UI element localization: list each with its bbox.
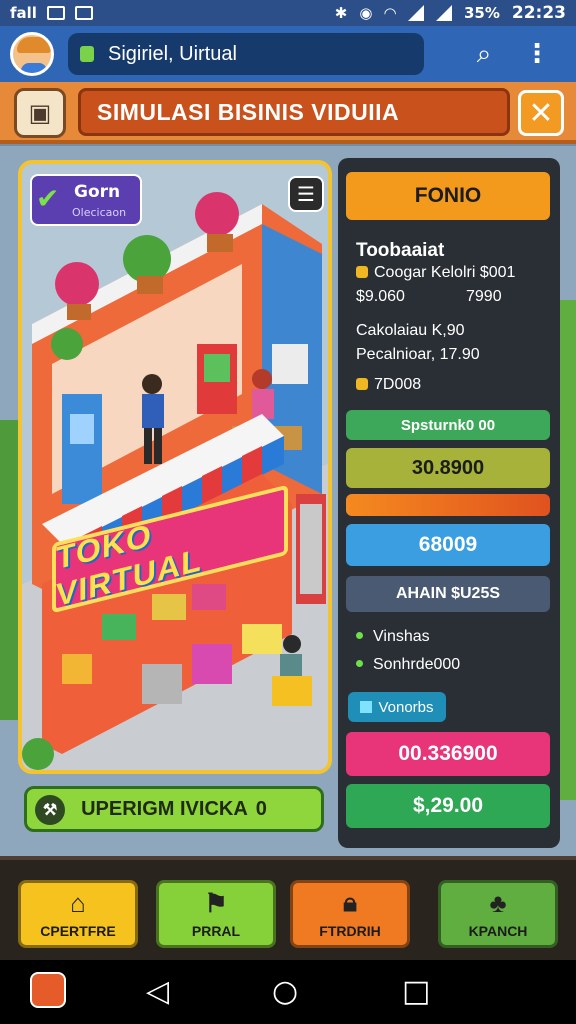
- upgrade-label: UPERIGM IVICKA: [81, 797, 248, 820]
- app-bar: Sigiriel, Uirtual ⌕ ⋮: [0, 26, 576, 82]
- slate-stat-button[interactable]: AHAIN $U25S: [346, 576, 550, 612]
- top-button[interactable]: FONIO: [346, 172, 550, 220]
- nav-button-gift[interactable]: ♣ KPANCH: [438, 880, 558, 948]
- olive-stat-button[interactable]: 30.8900: [346, 448, 550, 488]
- check-icon: ✔: [36, 182, 60, 215]
- lock-icon: 🔒︎: [343, 887, 357, 917]
- box-icon[interactable]: ▣: [14, 88, 66, 138]
- nav-label: FTRDRIH: [319, 923, 381, 939]
- title-banner: ▣ SIMULASI BISINIS VIDUIIA ✕: [0, 82, 576, 144]
- clock: 22:23: [511, 3, 566, 23]
- badge-subtitle: Olecicaon: [72, 206, 127, 219]
- stats-line-text: Coogar Kelolri $001: [374, 264, 516, 281]
- coin-value: 7D008: [374, 376, 422, 393]
- stats-line-left: $9.060: [356, 288, 405, 305]
- flag-icon: ⚑: [204, 888, 228, 918]
- nav-button-flag[interactable]: ⚑ PRRAL: [156, 880, 276, 948]
- green-stat-button[interactable]: Spsturnk0 00: [346, 410, 550, 440]
- bullet-dot: [356, 632, 363, 639]
- lock-icon: [80, 46, 94, 62]
- pink-stat-button[interactable]: 00.336900: [346, 732, 550, 776]
- bottom-nav: ⌂ CPERTFRE ⚑ PRRAL 🔒︎ FTRDRIH ♣ KPANCH: [0, 856, 576, 960]
- coin-icon: [356, 378, 368, 390]
- avatar[interactable]: [10, 32, 54, 76]
- recents-icon[interactable]: □: [402, 974, 430, 1009]
- home-button-icon[interactable]: ○: [272, 974, 298, 1009]
- stats-title: Toobaaiat: [356, 240, 445, 261]
- bullet-item: Sonhrde000: [356, 656, 460, 674]
- bullet-dot: [356, 660, 363, 667]
- status-bar: fall ✱ ◉ ◠ 35% 22:23: [0, 0, 576, 26]
- image-icon: [74, 6, 93, 20]
- bluetooth-icon: ✱: [334, 4, 348, 22]
- store-scene[interactable]: ✔ Gorn Olecicaon ☰ TOKO VIRTUAL: [18, 160, 332, 774]
- tag-button[interactable]: Vonorbs: [348, 692, 446, 722]
- game-title: SIMULASI BISINIS VIDUIIA: [78, 88, 510, 136]
- stats-line-right: 7990: [466, 288, 502, 305]
- blue-stat-button[interactable]: 68009: [346, 524, 550, 566]
- battery-label: 35%: [463, 4, 500, 22]
- background-grass: [560, 300, 576, 800]
- image-icon: [46, 6, 65, 20]
- close-button[interactable]: ✕: [518, 90, 564, 136]
- system-nav-bar: ◁ ○ □: [0, 960, 576, 1024]
- address-bar[interactable]: Sigiriel, Uirtual: [68, 33, 424, 75]
- signal-icon: [407, 5, 424, 21]
- back-icon[interactable]: ◁: [146, 974, 169, 1009]
- gift-icon: ♣: [489, 888, 507, 918]
- stats-panel: FONIO Toobaaiat Coogar Kelolri $001 $9.0…: [338, 158, 560, 848]
- bullet-text: Vinshas: [373, 628, 430, 645]
- address-text: Sigiriel, Uirtual: [108, 42, 237, 65]
- menu-icon[interactable]: ☰: [288, 176, 324, 212]
- nav-label: KPANCH: [468, 923, 528, 939]
- nav-label: CPERTFRE: [40, 923, 116, 939]
- upgrade-button[interactable]: ⚒ UPERIGM IVICKA 0: [24, 786, 324, 832]
- nav-button-home[interactable]: ⌂ CPERTFRE: [18, 880, 138, 948]
- calc-line: Pecalnioar, 17.90: [356, 346, 480, 363]
- wifi-icon: ◠: [384, 4, 396, 22]
- nav-button-lock[interactable]: 🔒︎ FTRDRIH: [290, 880, 410, 948]
- carrier-label: fall: [10, 4, 37, 22]
- nav-label: PRRAL: [191, 923, 241, 939]
- search-icon[interactable]: ⌕: [466, 39, 502, 70]
- tag-label: Vonorbs: [378, 698, 434, 716]
- app-shortcut-icon[interactable]: [30, 972, 66, 1008]
- upgrade-suffix: 0: [255, 797, 267, 820]
- bullet-text: Sonhrde000: [373, 656, 461, 673]
- bullet-item: Vinshas: [356, 628, 430, 646]
- home-icon: ⌂: [70, 888, 86, 918]
- signal-icon: [435, 5, 452, 21]
- more-vert-icon[interactable]: ⋮: [524, 39, 550, 69]
- store-illustration: [22, 192, 328, 770]
- background-grass: [0, 420, 18, 720]
- coin-row: 7D008: [356, 376, 421, 394]
- checkbox-icon: [360, 701, 373, 713]
- status-badge[interactable]: ✔ Gorn Olecicaon: [30, 174, 142, 226]
- coin-icon: [356, 266, 368, 278]
- badge-title: Gorn: [74, 182, 121, 202]
- cash-button[interactable]: $,29.00: [346, 784, 550, 828]
- calc-line: Cakolaiau K,90: [356, 322, 465, 339]
- alarm-icon: ◉: [359, 4, 373, 22]
- progress-bar: [346, 494, 550, 516]
- wrench-icon: ⚒: [35, 795, 65, 825]
- stats-line: Coogar Kelolri $001: [356, 264, 515, 282]
